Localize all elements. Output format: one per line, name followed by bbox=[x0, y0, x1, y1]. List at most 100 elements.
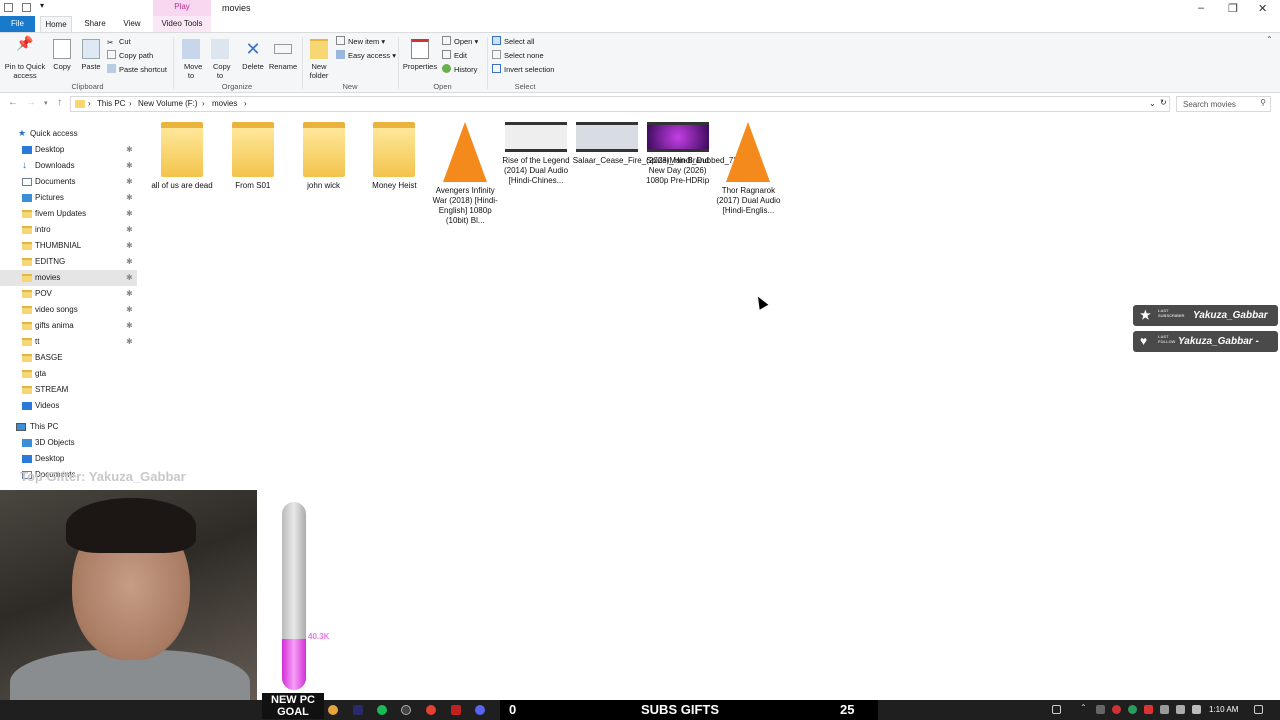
nav-this-pc[interactable]: This PC bbox=[0, 419, 137, 435]
tray-icon[interactable] bbox=[1052, 705, 1061, 714]
copy-path-button[interactable]: Copy path bbox=[107, 50, 153, 62]
back-icon[interactable]: ← bbox=[8, 97, 18, 108]
volume-icon[interactable] bbox=[1192, 705, 1201, 714]
sidebar-item[interactable]: POV ✱ bbox=[0, 286, 137, 302]
tab-file[interactable]: File bbox=[0, 16, 35, 32]
folder-item[interactable]: From S01 bbox=[219, 122, 287, 191]
breadcrumb-this-pc[interactable]: This PC bbox=[97, 99, 125, 108]
spotify-icon[interactable] bbox=[377, 705, 387, 715]
last-subscriber-caption: LAST SUBSCRIBER bbox=[1158, 308, 1185, 318]
move-to-button[interactable]: Move to bbox=[178, 39, 204, 80]
sidebar-item[interactable]: fivem Updates ✱ bbox=[0, 206, 137, 222]
video-file-item[interactable]: Thor Ragnarok (2017) Dual Audio [Hindi-E… bbox=[714, 122, 782, 216]
recent-locations-icon[interactable]: ▾ bbox=[44, 99, 48, 107]
video-file-item[interactable]: Rise of the Legend (2014) Dual Audio [Hi… bbox=[502, 122, 570, 186]
invert-selection-button[interactable]: Invert selection bbox=[492, 64, 554, 76]
video-file-item[interactable]: Avengers Infinity War (2018) [Hindi-Engl… bbox=[431, 122, 499, 226]
address-field[interactable]: › This PC › New Volume (F:) › movies › ⌄… bbox=[70, 96, 1170, 112]
chevron-down-icon[interactable]: ⌄ bbox=[1149, 99, 1156, 108]
close-icon[interactable]: ✕ bbox=[1258, 2, 1267, 15]
easy-access-button[interactable]: Easy access ▾ bbox=[336, 50, 396, 62]
paste-button[interactable]: Paste bbox=[78, 39, 104, 71]
quick-access-toolbar-icon[interactable] bbox=[4, 3, 13, 12]
qat-dropdown-icon[interactable]: ▾ bbox=[40, 1, 49, 10]
sidebar-item[interactable]: BASGE bbox=[0, 350, 137, 366]
new-item-label: New item bbox=[348, 37, 380, 46]
sidebar-item[interactable]: Desktop ✱ bbox=[0, 142, 137, 158]
edit-button[interactable]: Edit bbox=[442, 50, 467, 62]
tab-share[interactable]: Share bbox=[80, 16, 110, 32]
video-file-item[interactable]: SpiderMan-Brand New Day (2026) 1080p Pre… bbox=[644, 122, 712, 186]
pin-quick-access-button[interactable]: 📌 Pin to Quick access bbox=[4, 36, 46, 80]
new-folder-button[interactable]: New folder bbox=[306, 39, 332, 80]
refresh-icon[interactable]: ↻ bbox=[1160, 98, 1167, 107]
title-bar: ▾ Play movies – ❐ ✕ bbox=[0, 0, 1280, 16]
properties-button[interactable]: Properties bbox=[402, 39, 438, 71]
folder-icon bbox=[22, 274, 32, 282]
sidebar-item[interactable]: tt ✱ bbox=[0, 334, 137, 350]
sidebar-item[interactable]: STREAM bbox=[0, 382, 137, 398]
tab-home[interactable]: Home bbox=[40, 16, 72, 32]
sidebar-item[interactable]: Documents ✱ bbox=[0, 174, 137, 190]
breadcrumb-movies[interactable]: movies bbox=[212, 99, 237, 108]
sidebar-item[interactable]: gifts anima ✱ bbox=[0, 318, 137, 334]
tray-icon[interactable] bbox=[1112, 705, 1121, 714]
new-folder-label: New folder bbox=[309, 62, 329, 80]
file-name: Rise of the Legend (2014) Dual Audio [Hi… bbox=[502, 156, 570, 185]
delete-button[interactable]: ✕ Delete bbox=[240, 39, 266, 71]
rename-button[interactable]: Rename bbox=[268, 39, 298, 71]
sidebar-item[interactable]: ↓ Downloads ✱ bbox=[0, 158, 137, 174]
folder-item[interactable]: all of us are dead bbox=[148, 122, 216, 191]
video-file-item[interactable]: Salaar_Cease_Fire_(2023)_Hindi_Dubbed_72… bbox=[573, 122, 755, 166]
minimize-icon[interactable]: – bbox=[1198, 2, 1204, 14]
network-icon[interactable] bbox=[1176, 705, 1185, 714]
photoshop-icon[interactable] bbox=[353, 705, 363, 715]
notification-icon[interactable] bbox=[1254, 705, 1263, 714]
copy-to-button[interactable]: Copy to bbox=[207, 39, 233, 80]
app-icon[interactable] bbox=[451, 705, 461, 715]
tray-icon[interactable] bbox=[1096, 705, 1105, 714]
folder-item[interactable]: Money Heist bbox=[360, 122, 428, 191]
tab-video-tools[interactable]: Video Tools bbox=[153, 16, 211, 32]
sidebar-item[interactable]: THUMBNIAL ✱ bbox=[0, 238, 137, 254]
app-icon[interactable] bbox=[328, 705, 338, 715]
select-all-button[interactable]: Select all bbox=[492, 36, 534, 48]
sidebar-item[interactable]: Videos bbox=[0, 398, 137, 414]
copy-button[interactable]: Copy bbox=[50, 39, 74, 71]
clock[interactable]: 1:10 AM bbox=[1209, 705, 1238, 714]
tray-icon[interactable] bbox=[1144, 705, 1153, 714]
chevron-up-icon[interactable]: ⌃ bbox=[1080, 703, 1089, 712]
sidebar-item[interactable]: EDITNG ✱ bbox=[0, 254, 137, 270]
paste-shortcut-button[interactable]: Paste shortcut bbox=[107, 64, 167, 76]
discord-icon[interactable] bbox=[475, 705, 485, 715]
maximize-icon[interactable]: ❐ bbox=[1228, 2, 1238, 15]
folder-icon bbox=[373, 122, 416, 177]
tray-icon[interactable] bbox=[1128, 705, 1137, 714]
search-input[interactable]: Search movies ⚲ bbox=[1176, 96, 1271, 112]
sidebar-item[interactable]: gta bbox=[0, 366, 137, 382]
ribbon-collapse-icon[interactable]: ⌃ bbox=[1266, 35, 1273, 44]
select-none-button[interactable]: Select none bbox=[492, 50, 544, 62]
folder-item[interactable]: john wick bbox=[290, 122, 358, 191]
group-separator bbox=[302, 37, 303, 89]
obs-icon[interactable] bbox=[401, 705, 411, 715]
sidebar-item[interactable]: Pictures ✱ bbox=[0, 190, 137, 206]
history-button[interactable]: History bbox=[442, 64, 477, 76]
tab-view[interactable]: View bbox=[118, 16, 146, 32]
forward-icon[interactable]: → bbox=[26, 97, 36, 108]
properties-quick-icon[interactable] bbox=[22, 3, 31, 12]
chrome-icon[interactable] bbox=[426, 705, 436, 715]
cut-button[interactable]: ✂ Cut bbox=[107, 36, 131, 48]
sidebar-item[interactable]: movies ✱ bbox=[0, 270, 137, 286]
up-icon[interactable]: ↑ bbox=[57, 97, 62, 108]
context-tab-play[interactable]: Play bbox=[153, 0, 211, 16]
breadcrumb-volume[interactable]: New Volume (F:) bbox=[138, 99, 198, 108]
network-icon[interactable] bbox=[1160, 705, 1169, 714]
new-item-button[interactable]: New item ▾ bbox=[336, 36, 385, 48]
sidebar-item[interactable]: intro ✱ bbox=[0, 222, 137, 238]
nav-quick-access[interactable]: ★ Quick access bbox=[0, 126, 137, 142]
sidebar-item[interactable]: Desktop bbox=[0, 451, 137, 467]
open-button[interactable]: Open ▾ bbox=[442, 36, 478, 48]
sidebar-item[interactable]: 3D Objects bbox=[0, 435, 137, 451]
sidebar-item[interactable]: video songs ✱ bbox=[0, 302, 137, 318]
